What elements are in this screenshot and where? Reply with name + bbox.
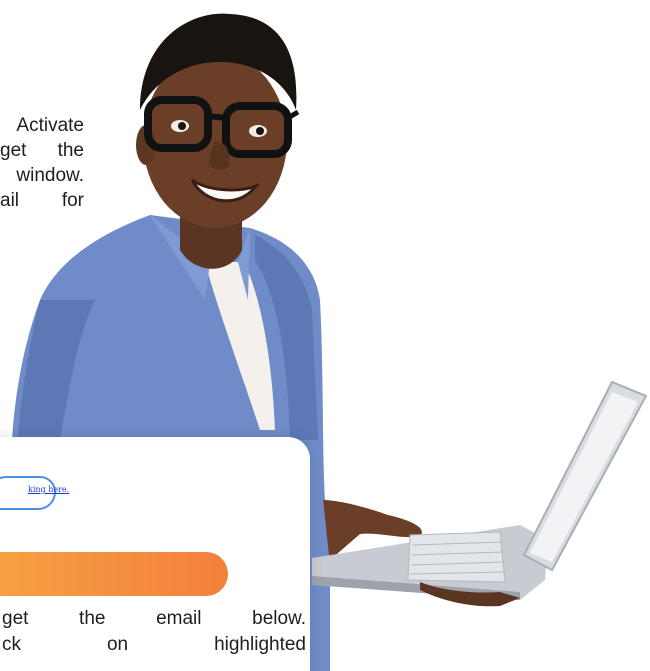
card-text-line-1: get the email below. [2,608,306,629]
card-text-line-2: ck on highlighted [2,634,306,655]
card-instructions: get the email below. ck on highlighted [0,606,306,658]
hero-section: Activate get the window. ail for king he… [0,0,650,671]
clicking-here-link[interactable]: king here. [28,485,69,494]
orange-banner [0,552,228,596]
